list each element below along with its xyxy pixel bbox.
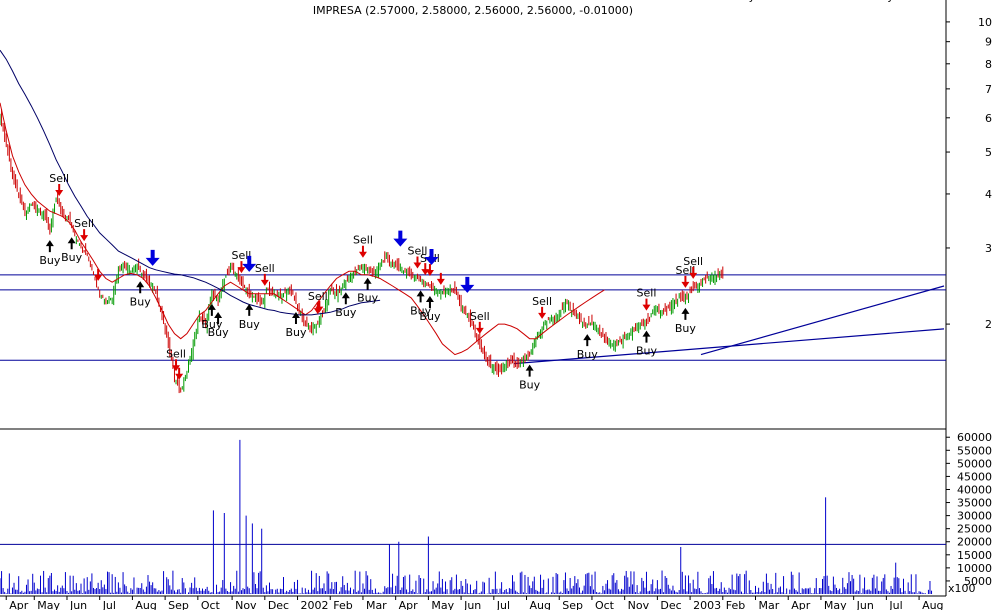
price-tick-label: 9 bbox=[985, 36, 992, 49]
buy-label: Buy bbox=[239, 318, 261, 331]
buy-label: Buy bbox=[130, 295, 152, 308]
buy-label: Buy bbox=[61, 251, 83, 264]
time-tick-label: Dec bbox=[268, 599, 289, 610]
volume-tick-label: 50000 bbox=[957, 457, 992, 470]
buy-label: Buy bbox=[357, 292, 379, 305]
buy-label: Buy bbox=[208, 326, 230, 339]
time-tick-label: Apr bbox=[399, 599, 419, 610]
time-tick-label: 2003 bbox=[693, 599, 721, 610]
volume-tick-label: 30000 bbox=[957, 510, 992, 523]
buy-label: Buy bbox=[636, 345, 658, 358]
price-tick-label: 2 bbox=[985, 318, 992, 331]
buy-label: Buy bbox=[577, 348, 599, 361]
sell-label: Sell bbox=[166, 347, 186, 360]
volume-tick-label: 15000 bbox=[957, 549, 992, 562]
time-tick-label: Aug bbox=[135, 599, 156, 610]
price-tick-label: 7 bbox=[985, 83, 992, 96]
sell-label: Sell bbox=[49, 172, 69, 185]
volume-tick-label: 20000 bbox=[957, 536, 992, 549]
buy-label: Buy bbox=[519, 379, 541, 392]
time-tick-label: Nov bbox=[628, 599, 650, 610]
time-tick-label: Mar bbox=[366, 599, 387, 610]
time-tick-label: Jul bbox=[102, 599, 116, 610]
volume-tick-label: 60000 bbox=[957, 431, 992, 444]
chart-svg: IMPRESA (2.57000, 2.58000, 2.56000, 2.56… bbox=[0, 0, 994, 612]
sell-label: Sell bbox=[683, 255, 703, 268]
sell-label: Sell bbox=[470, 310, 490, 323]
volume-tick-label: 25000 bbox=[957, 523, 992, 536]
price-tick-label: 6 bbox=[985, 112, 992, 125]
time-tick-label: Mar bbox=[759, 599, 780, 610]
buy-label: Buy bbox=[734, 0, 756, 3]
stock-chart: IMPRESA (2.57000, 2.58000, 2.56000, 2.56… bbox=[0, 0, 994, 612]
volume-tick-label: 40000 bbox=[957, 483, 992, 496]
time-tick-label: Dec bbox=[660, 599, 681, 610]
time-tick-label: Apr bbox=[791, 599, 811, 610]
time-tick-label: Jul bbox=[496, 599, 510, 610]
buy-label: Buy bbox=[419, 310, 441, 323]
time-tick-label: Apr bbox=[9, 599, 29, 610]
time-tick-label: Jun bbox=[463, 599, 481, 610]
buy-label: Buy bbox=[675, 322, 697, 335]
sell-label: Sell bbox=[870, 0, 890, 3]
time-tick-label: May bbox=[824, 599, 847, 610]
time-tick-label: Sep bbox=[168, 599, 189, 610]
price-tick-label: 10 bbox=[978, 16, 992, 29]
sell-label: Sell bbox=[353, 234, 373, 247]
buy-label: Buy bbox=[39, 254, 61, 267]
time-tick-label: Aug bbox=[922, 599, 943, 610]
time-tick-label: Nov bbox=[235, 599, 257, 610]
time-tick-label: May bbox=[431, 599, 454, 610]
time-tick-label: Feb bbox=[333, 599, 352, 610]
chart-title: IMPRESA (2.57000, 2.58000, 2.56000, 2.56… bbox=[313, 4, 633, 17]
time-tick-label: Jun bbox=[856, 599, 874, 610]
sell-label: Sell bbox=[308, 290, 328, 303]
sell-label: Sell bbox=[532, 295, 552, 308]
buy-label: Buy bbox=[335, 306, 357, 319]
time-tick-label: May bbox=[37, 599, 60, 610]
sell-label: Sell bbox=[74, 217, 94, 230]
buy-label: Buy bbox=[285, 326, 307, 339]
time-tick-label: Jul bbox=[888, 599, 902, 610]
sell-label: Sell bbox=[255, 262, 275, 275]
volume-tick-label: 45000 bbox=[957, 470, 992, 483]
time-tick-label: Oct bbox=[595, 599, 615, 610]
time-tick-label: Aug bbox=[530, 599, 551, 610]
sell-label: Sell bbox=[637, 287, 657, 300]
volume-tick-label: 10000 bbox=[957, 562, 992, 575]
time-tick-label: 2002 bbox=[301, 599, 329, 610]
time-tick-label: Oct bbox=[201, 599, 221, 610]
volume-tick-label: 35000 bbox=[957, 497, 992, 510]
price-tick-label: 4 bbox=[985, 188, 992, 201]
volume-multiplier-label: x100 bbox=[948, 582, 976, 595]
time-axis: Apr May Jun Jul Aug Sep Oct Nov Dec 2002 Feb Mar Apr… bbox=[5, 596, 944, 612]
price-tick-label: 8 bbox=[985, 58, 992, 71]
time-tick-label: Feb bbox=[726, 599, 745, 610]
volume-tick-label: 55000 bbox=[957, 444, 992, 457]
price-tick-label: 3 bbox=[985, 242, 992, 255]
time-tick-label: Sep bbox=[562, 599, 583, 610]
price-tick-label: 5 bbox=[985, 146, 992, 159]
time-tick-label: Jun bbox=[69, 599, 87, 610]
